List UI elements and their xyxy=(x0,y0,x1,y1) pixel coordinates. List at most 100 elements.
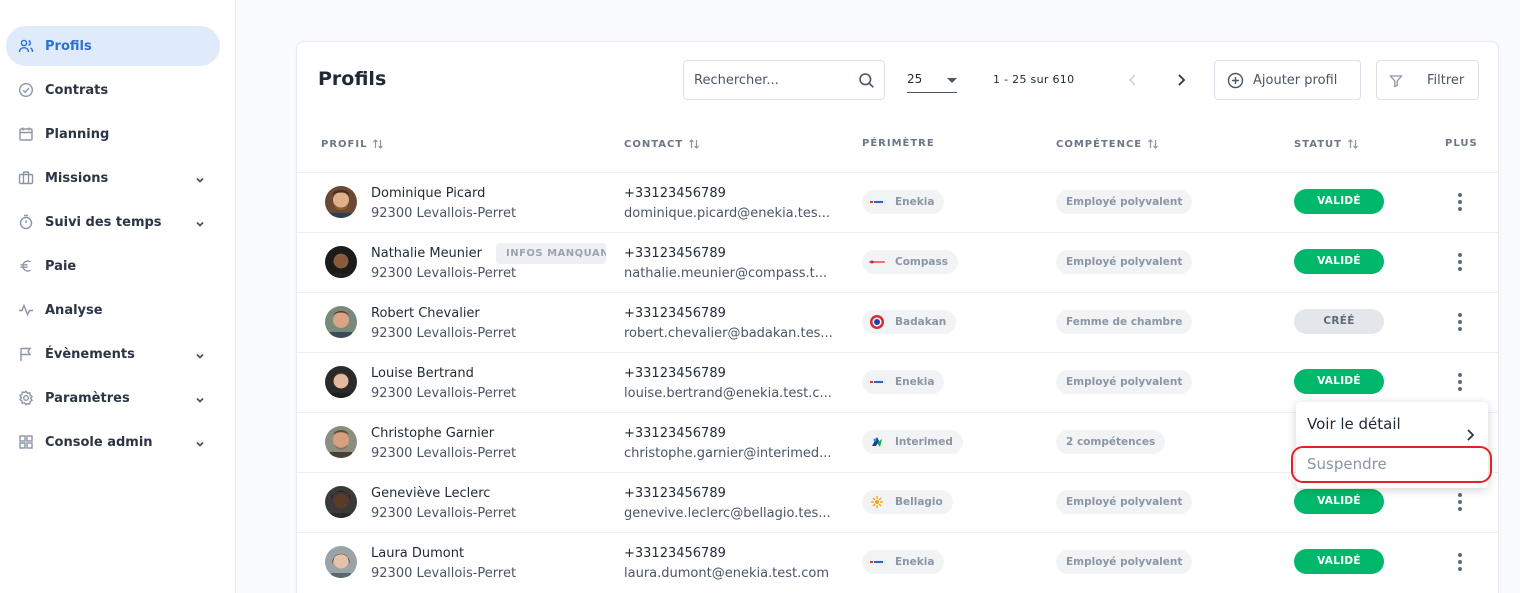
sidebar-item-contrats[interactable]: Contrats xyxy=(6,70,220,110)
contact-phone: +33123456789 xyxy=(624,546,726,561)
perimetre-label: Enekia xyxy=(895,556,935,568)
perimetre-label: Interimed xyxy=(895,436,953,448)
profile-name[interactable]: Dominique Picard xyxy=(371,186,485,201)
column-header-competence[interactable]: COMPÉTENCE xyxy=(1056,138,1159,150)
column-header-statut[interactable]: STATUT xyxy=(1294,138,1359,150)
sidebar-item-label: Paramètres xyxy=(45,390,130,406)
search-icon[interactable] xyxy=(858,72,875,89)
sidebar-item-label: Planning xyxy=(45,126,110,142)
chevron-down-icon xyxy=(194,435,206,447)
contact-phone: +33123456789 xyxy=(624,426,726,441)
more-vertical-icon[interactable] xyxy=(1454,190,1466,214)
profile-name[interactable]: Robert Chevalier xyxy=(371,306,480,321)
filter-icon xyxy=(1389,74,1403,88)
column-header-profil[interactable]: PROFIL xyxy=(321,138,384,150)
profile-name[interactable]: Geneviève Leclerc xyxy=(371,486,490,501)
column-header-contact[interactable]: CONTACT xyxy=(624,138,700,150)
activity-icon xyxy=(18,302,34,318)
table-row[interactable]: Nathalie Meunier INFOS MANQUANT 92300 Le… xyxy=(297,232,1498,292)
perimetre-label: Enekia xyxy=(895,196,935,208)
perimetre-label: Enekia xyxy=(895,376,935,388)
column-header-label: PLUS xyxy=(1445,138,1478,149)
sidebar-item-suivi-des-temps[interactable]: Suivi des temps xyxy=(6,202,220,242)
avatar xyxy=(325,486,357,518)
chevron-right-icon[interactable] xyxy=(1171,70,1191,90)
sidebar-item-parametres[interactable]: Paramètres xyxy=(6,378,220,418)
sidebar-item-evenements[interactable]: Évènements xyxy=(6,334,220,374)
table-row[interactable]: Laura Dumont 92300 Levallois-Perret +331… xyxy=(297,532,1498,592)
profile-address: 92300 Levallois-Perret xyxy=(371,326,517,341)
status-badge: VALIDÉ xyxy=(1294,369,1384,394)
profile-address: 92300 Levallois-Perret xyxy=(371,266,517,281)
euro-icon xyxy=(18,258,34,274)
profile-address: 92300 Levallois-Perret xyxy=(371,506,517,521)
contact-phone: +33123456789 xyxy=(624,186,726,201)
row-actions-menu: Voir le détail Suspendre xyxy=(1296,402,1488,488)
users-icon xyxy=(18,38,34,54)
column-header-label: STATUT xyxy=(1294,138,1342,150)
competence-chip: Employé polyvalent xyxy=(1056,190,1193,214)
table-row[interactable]: Robert Chevalier 92300 Levallois-Perret … xyxy=(297,292,1498,352)
column-header-label: CONTACT xyxy=(624,138,684,150)
enekia-logo-icon xyxy=(868,555,886,569)
chevron-down-icon xyxy=(194,215,206,227)
profile-name[interactable]: Christophe Garnier xyxy=(371,426,494,441)
perimetre-chip: Bellagio xyxy=(862,490,953,514)
sidebar: Profils Contrats Planning Missions Suivi… xyxy=(0,0,236,593)
sidebar-item-console-admin[interactable]: Console admin xyxy=(6,422,220,462)
perimetre-label: Compass xyxy=(895,256,948,268)
more-vertical-icon[interactable] xyxy=(1454,490,1466,514)
competence-chip: Employé polyvalent xyxy=(1056,370,1193,394)
column-header-label: COMPÉTENCE xyxy=(1056,138,1143,150)
search-box xyxy=(683,60,885,100)
check-circle-icon xyxy=(18,82,34,98)
add-profile-button[interactable]: Ajouter profil xyxy=(1214,60,1361,100)
profile-address: 92300 Levallois-Perret xyxy=(371,386,517,401)
more-vertical-icon[interactable] xyxy=(1454,250,1466,274)
profile-address: 92300 Levallois-Perret xyxy=(371,206,517,221)
profile-name[interactable]: Louise Bertrand xyxy=(371,366,474,381)
sidebar-item-analyse[interactable]: Analyse xyxy=(6,290,220,330)
more-vertical-icon[interactable] xyxy=(1454,310,1466,334)
more-vertical-icon[interactable] xyxy=(1454,370,1466,394)
flag-icon xyxy=(18,346,34,362)
more-vertical-icon[interactable] xyxy=(1454,550,1466,574)
view-detail-label: Voir le détail xyxy=(1307,415,1401,433)
sidebar-item-paie[interactable]: Paie xyxy=(6,246,220,286)
page-size-select[interactable]: 25 xyxy=(907,69,957,93)
profile-name[interactable]: Laura Dumont xyxy=(371,546,464,561)
competence-chip: Femme de chambre xyxy=(1056,310,1193,334)
sidebar-item-profils[interactable]: Profils xyxy=(6,26,220,66)
suspend-menu-item[interactable]: Suspendre xyxy=(1296,444,1488,484)
profile-name[interactable]: Nathalie Meunier xyxy=(371,246,482,261)
sidebar-item-missions[interactable]: Missions xyxy=(6,158,220,198)
badakan-logo-icon xyxy=(868,315,886,329)
table-row[interactable]: Dominique Picard 92300 Levallois-Perret … xyxy=(297,172,1498,232)
suspend-label: Suspendre xyxy=(1307,455,1387,473)
sort-icon xyxy=(372,138,384,150)
sidebar-item-label: Analyse xyxy=(45,302,103,318)
settings-icon xyxy=(18,390,34,406)
search-input[interactable] xyxy=(684,61,844,99)
sidebar-item-planning[interactable]: Planning xyxy=(6,114,220,154)
perimetre-label: Bellagio xyxy=(895,496,943,508)
missing-info-badge: INFOS MANQUANT xyxy=(496,243,606,264)
add-profile-label: Ajouter profil xyxy=(1253,72,1338,88)
chevron-down-icon xyxy=(194,347,206,359)
avatar xyxy=(325,546,357,578)
contact-email: dominique.picard@enekia.tes... xyxy=(624,206,831,221)
interimed-logo-icon xyxy=(868,435,886,449)
chevron-left-icon[interactable] xyxy=(1123,70,1143,90)
sidebar-item-label: Suivi des temps xyxy=(45,214,162,230)
competence-chip: Employé polyvalent xyxy=(1056,550,1193,574)
avatar xyxy=(325,306,357,338)
column-header-label: PÉRIMÈTRE xyxy=(862,138,935,149)
contact-email: nathalie.meunier@compass.t... xyxy=(624,266,828,281)
calendar-icon xyxy=(18,126,34,142)
status-badge: VALIDÉ xyxy=(1294,189,1384,214)
filter-button[interactable]: Filtrer xyxy=(1376,60,1479,100)
view-detail-menu-item[interactable]: Voir le détail xyxy=(1296,404,1488,444)
column-header-plus: PLUS xyxy=(1445,138,1478,149)
status-badge: CRÉÉ xyxy=(1294,309,1384,334)
perimetre-chip: Enekia xyxy=(862,370,945,394)
